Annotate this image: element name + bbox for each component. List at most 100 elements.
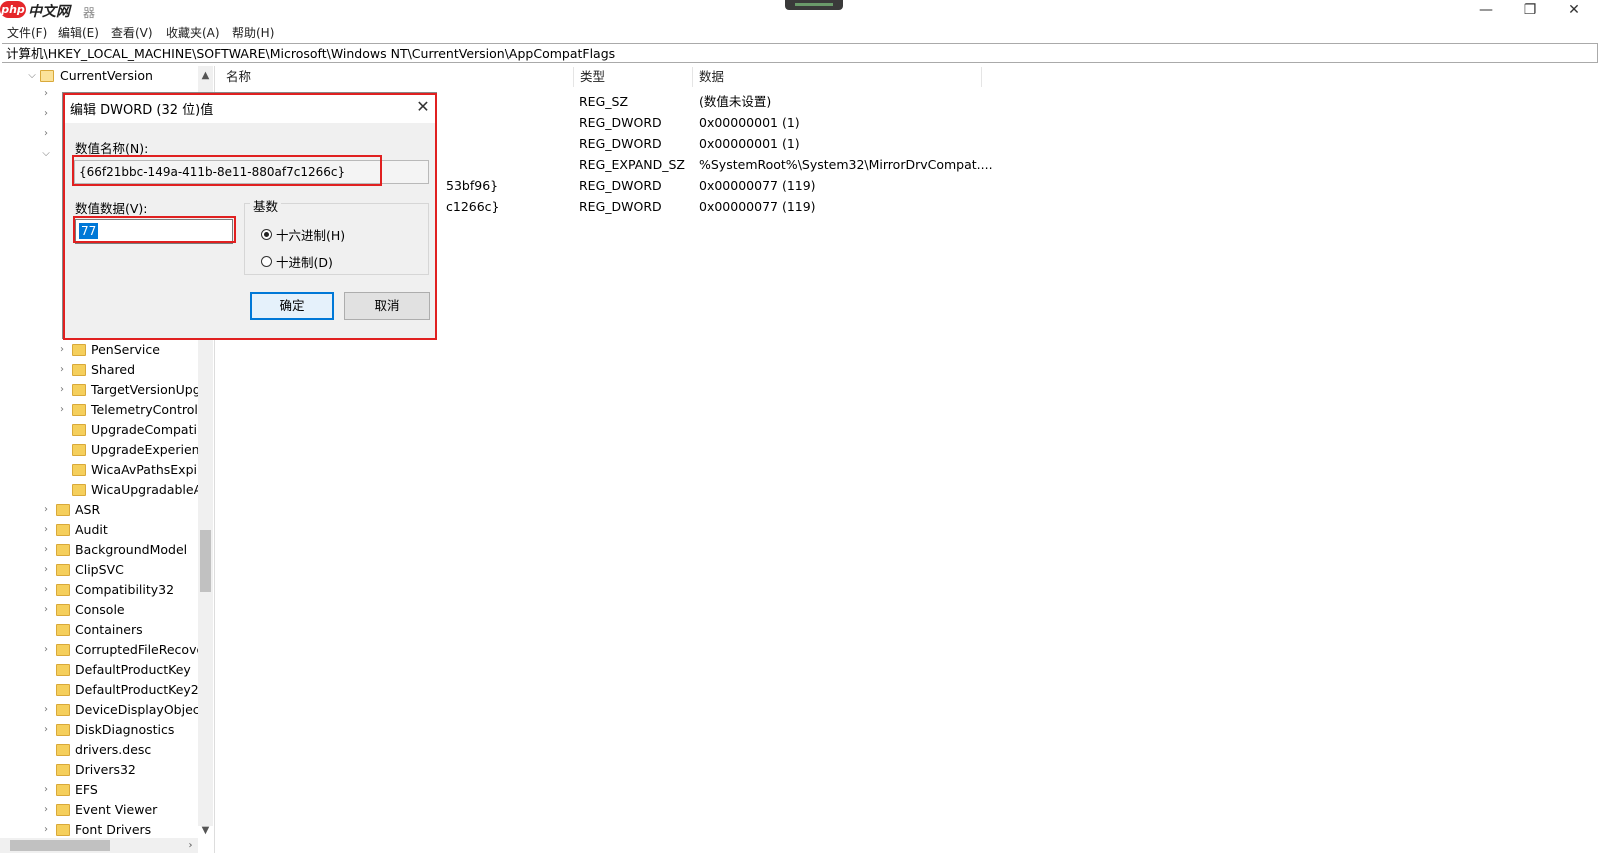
- folder-icon: [56, 624, 70, 636]
- scrollbar-thumb[interactable]: [200, 530, 211, 592]
- cancel-button[interactable]: 取消: [344, 292, 430, 320]
- cell-type: REG_SZ: [579, 94, 629, 109]
- tree-node-label: TargetVersionUpg: [91, 382, 201, 397]
- folder-icon: [56, 784, 70, 796]
- folder-icon: [72, 484, 86, 496]
- tree-node[interactable]: › PenService: [0, 340, 200, 360]
- menu-file[interactable]: 文件(F): [7, 24, 47, 41]
- tree-node-label: ClipSVC: [75, 562, 124, 577]
- chevron-down-icon[interactable]: ⌵: [27, 66, 37, 86]
- tree-node[interactable]: › ClipSVC: [0, 560, 200, 580]
- tree-node[interactable]: › BackgroundModel: [0, 540, 200, 560]
- chevron-right-icon[interactable]: ›: [57, 360, 67, 380]
- column-header-data[interactable]: 数据: [693, 67, 982, 87]
- chevron-right-icon[interactable]: ›: [41, 720, 51, 740]
- column-header-name[interactable]: 名称: [220, 67, 574, 87]
- tree-node[interactable]: › TargetVersionUpg: [0, 380, 201, 400]
- hex-radio[interactable]: [261, 229, 272, 240]
- tree-node[interactable]: › ASR: [0, 500, 200, 520]
- chevron-right-icon[interactable]: ›: [41, 820, 51, 840]
- column-header-type[interactable]: 类型: [574, 67, 693, 87]
- scrollbar-thumb[interactable]: [10, 840, 110, 851]
- tree-node-label: Console: [75, 602, 125, 617]
- tree-node-label: UpgradeExperienc: [91, 442, 207, 457]
- tree-node[interactable]: UpgradeCompatib: [0, 420, 205, 440]
- chevron-right-icon[interactable]: ›: [41, 500, 51, 520]
- menu-view[interactable]: 查看(V): [111, 24, 153, 41]
- tree-node[interactable]: Containers: [0, 620, 200, 640]
- tree-node-label: Drivers32: [75, 762, 136, 777]
- tree-node[interactable]: › Event Viewer: [0, 800, 200, 820]
- folder-icon: [56, 604, 70, 616]
- chevron-right-icon[interactable]: ›: [41, 560, 51, 580]
- chevron-right-icon[interactable]: ›: [41, 700, 51, 720]
- folder-icon: [56, 684, 70, 696]
- tree-node[interactable]: drivers.desc: [0, 740, 200, 760]
- tree-node[interactable]: WicaAvPathsExpire: [0, 460, 210, 480]
- tree-node[interactable]: WicaUpgradableA: [0, 480, 202, 500]
- cell-type: REG_EXPAND_SZ: [579, 157, 685, 172]
- chevron-right-icon[interactable]: ›: [41, 600, 51, 620]
- chevron-right-icon[interactable]: ›: [41, 800, 51, 820]
- hex-radio-label[interactable]: 十六进制(H): [276, 225, 345, 244]
- chevron-right-icon[interactable]: ›: [41, 128, 51, 139]
- tree-node[interactable]: › EFS: [0, 780, 200, 800]
- tree-node[interactable]: DefaultProductKey2: [0, 680, 200, 700]
- tree-node[interactable]: › DiskDiagnostics: [0, 720, 200, 740]
- tree-node-currentversion[interactable]: ⌵ CurrentVersion: [0, 66, 200, 86]
- tree-node[interactable]: Drivers32: [0, 760, 200, 780]
- ok-button[interactable]: 确定: [250, 292, 334, 320]
- tree-node-label: PenService: [91, 342, 160, 357]
- tree-node-label: Font Drivers: [75, 822, 152, 837]
- tree-node[interactable]: › DeviceDisplayObjects: [0, 700, 211, 720]
- folder-icon: [72, 444, 86, 456]
- tree-node[interactable]: UpgradeExperienc: [0, 440, 206, 460]
- chevron-right-icon[interactable]: ›: [57, 340, 67, 360]
- restore-button[interactable]: ❐: [1508, 0, 1552, 22]
- folder-icon: [56, 544, 70, 556]
- tree-node[interactable]: › Console: [0, 600, 200, 620]
- cell-data: 0x00000001 (1): [699, 136, 800, 151]
- folder-icon: [56, 724, 70, 736]
- folder-icon: [56, 584, 70, 596]
- chevron-right-icon[interactable]: ›: [41, 108, 51, 119]
- chevron-right-icon[interactable]: ›: [41, 540, 51, 560]
- chevron-right-icon[interactable]: ›: [57, 380, 67, 400]
- menu-help[interactable]: 帮助(H): [232, 24, 274, 41]
- minimize-button[interactable]: —: [1464, 0, 1508, 22]
- chevron-right-icon[interactable]: ›: [41, 88, 51, 99]
- scroll-up-arrow-icon[interactable]: ▲: [198, 68, 213, 83]
- tree-node[interactable]: DefaultProductKey: [0, 660, 200, 680]
- tree-node-label: drivers.desc: [75, 742, 152, 757]
- dec-radio-label[interactable]: 十进制(D): [276, 252, 333, 271]
- chevron-right-icon[interactable]: ›: [57, 400, 67, 420]
- tree-node[interactable]: › Shared: [0, 360, 200, 380]
- scroll-right-arrow-icon[interactable]: ›: [183, 838, 198, 853]
- chevron-right-icon[interactable]: ›: [41, 520, 51, 540]
- tree-node-label: Audit: [75, 522, 108, 537]
- menu-edit[interactable]: 编辑(E): [58, 24, 99, 41]
- scroll-down-arrow-icon[interactable]: ▼: [198, 823, 213, 838]
- chevron-right-icon[interactable]: ›: [41, 640, 51, 660]
- dec-radio[interactable]: [261, 256, 272, 267]
- menu-favorites[interactable]: 收藏夹(A): [166, 24, 220, 41]
- folder-icon: [72, 424, 86, 436]
- tree-node[interactable]: › Audit: [0, 520, 200, 540]
- folder-icon: [56, 664, 70, 676]
- cell-data: 0x00000077 (119): [699, 199, 816, 214]
- folder-icon: [72, 404, 86, 416]
- tree-node[interactable]: › Font Drivers: [0, 820, 200, 840]
- tree-node[interactable]: › TelemetryControlle: [0, 400, 209, 420]
- folder-icon: [56, 564, 70, 576]
- tree-node-label: Compatibility32: [75, 582, 175, 597]
- address-bar[interactable]: 计算机\HKEY_LOCAL_MACHINE\SOFTWARE\Microsof…: [2, 43, 1598, 63]
- value-data-label: 数值数据(V):: [75, 201, 148, 216]
- chevron-right-icon[interactable]: ›: [41, 780, 51, 800]
- folder-icon: [72, 464, 86, 476]
- tree-node[interactable]: › Compatibility32: [0, 580, 200, 600]
- chevron-right-icon[interactable]: ›: [41, 580, 51, 600]
- chevron-down-icon[interactable]: ⌵: [41, 148, 51, 159]
- tree-node[interactable]: › CorruptedFileRecove: [0, 640, 204, 660]
- folder-icon: [56, 744, 70, 756]
- close-window-button[interactable]: ✕: [1552, 0, 1596, 22]
